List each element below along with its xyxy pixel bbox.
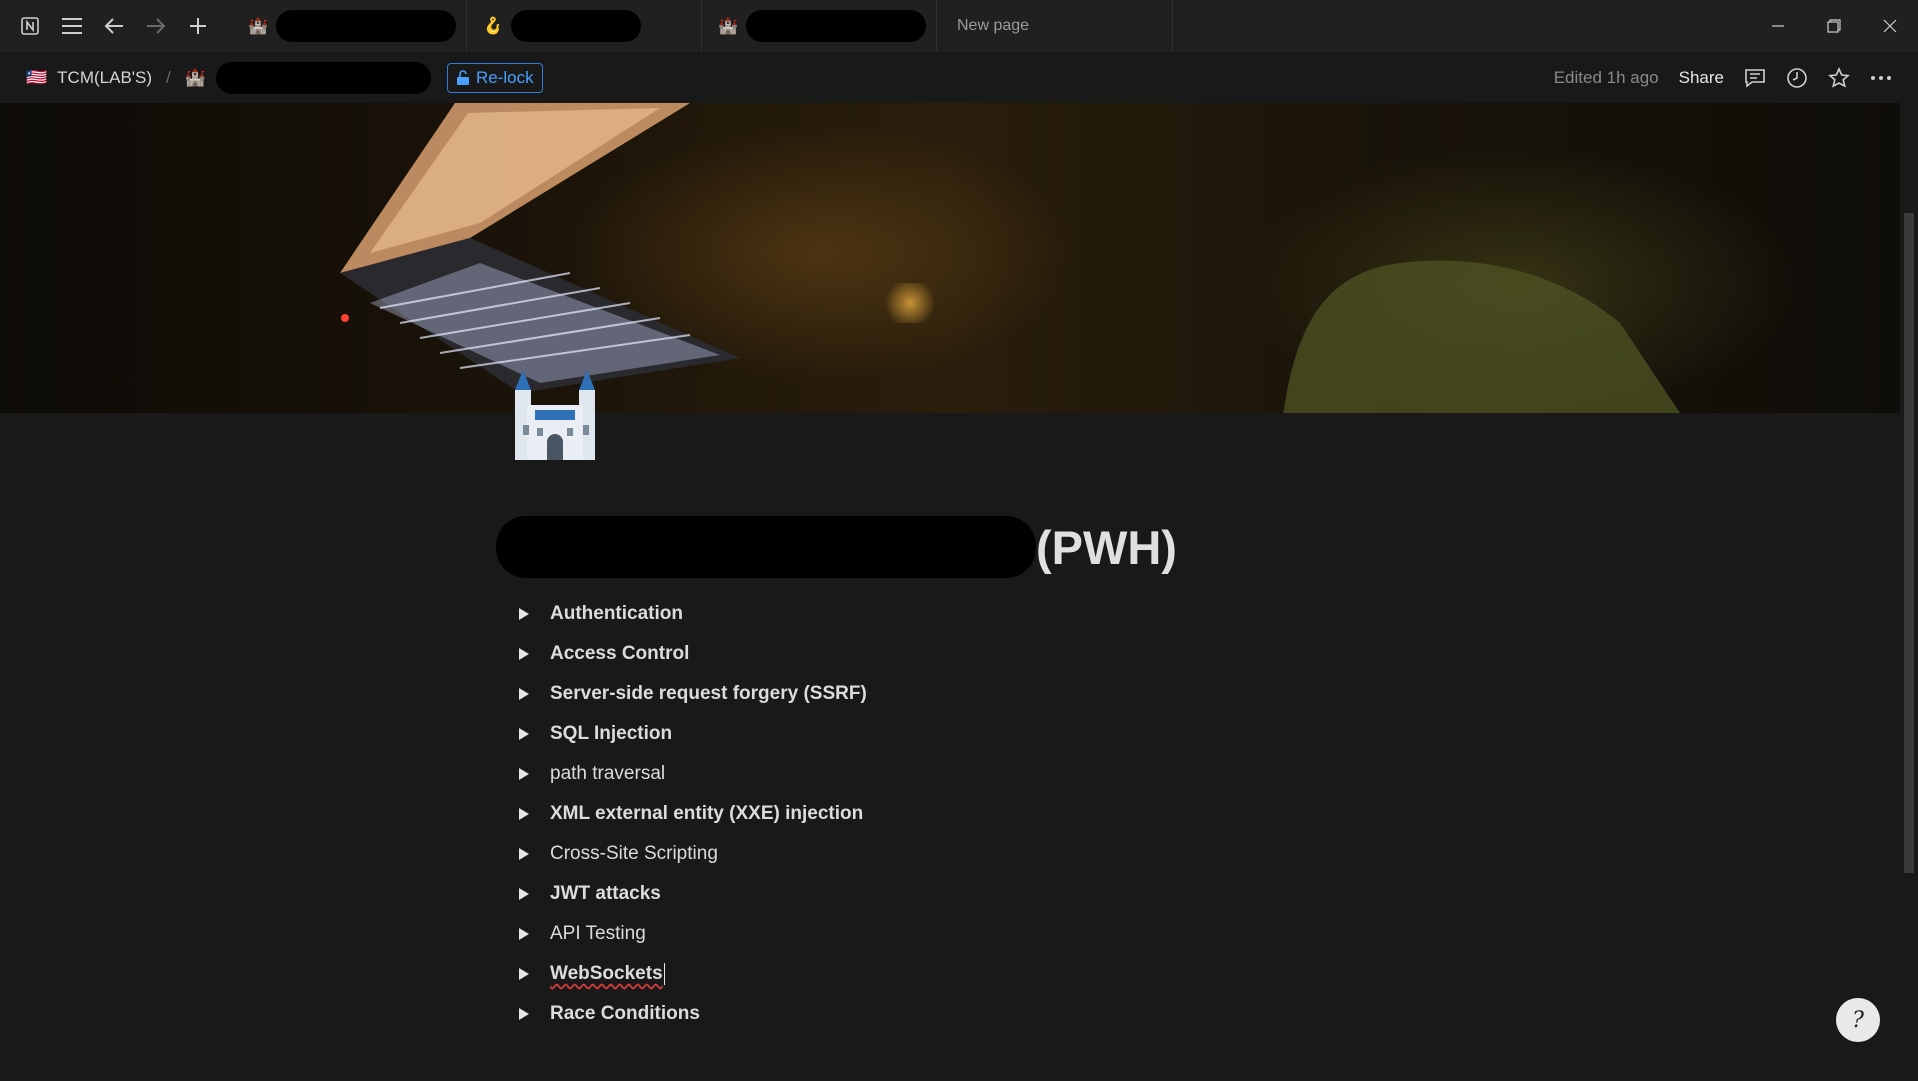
triangle-right-icon[interactable] — [512, 687, 536, 701]
clock-icon[interactable] — [1786, 67, 1808, 89]
breadcrumb-workspace[interactable]: TCM(LAB'S) — [57, 68, 152, 88]
page-title[interactable]: (PWH) — [496, 512, 1177, 582]
tab-emoji: 🪝 — [483, 18, 503, 35]
breadcrumb-bar: 🇱🇷 TCM(LAB'S) / 🏰 Re-lock Edited 1h ago … — [0, 52, 1918, 103]
window-nav-icons — [0, 0, 210, 52]
tab-label: New page — [957, 17, 1030, 34]
triangle-right-icon[interactable] — [512, 967, 536, 981]
edited-timestamp: Edited 1h ago — [1553, 67, 1659, 87]
toggle-label[interactable]: Authentication — [550, 603, 683, 625]
toggle-item[interactable]: Cross-Site Scripting — [512, 834, 1312, 874]
triangle-right-icon[interactable] — [512, 647, 536, 661]
toggle-label[interactable]: path traversal — [550, 763, 665, 785]
triangle-right-icon[interactable] — [512, 887, 536, 901]
close-icon[interactable] — [1862, 0, 1918, 52]
star-icon[interactable] — [1828, 66, 1850, 89]
restore-icon[interactable] — [1806, 0, 1862, 52]
toggle-item[interactable]: Race Conditions — [512, 994, 1312, 1034]
toggle-item[interactable]: XML external entity (XXE) injection — [512, 794, 1312, 834]
redacted-tab-title — [275, 10, 456, 42]
relock-label: Re-lock — [475, 67, 534, 87]
share-button[interactable]: Share — [1679, 68, 1724, 88]
scrollbar-thumb[interactable] — [1904, 213, 1914, 873]
tab-emoji: 🏰 — [718, 18, 738, 35]
redacted-breadcrumb-page[interactable] — [215, 61, 431, 94]
toggle-item[interactable]: SQL Injection — [512, 714, 1312, 754]
toggle-label[interactable]: API Testing — [550, 923, 646, 945]
hamburger-icon[interactable] — [60, 14, 84, 38]
relock-button[interactable]: Re-lock — [446, 62, 543, 93]
triangle-right-icon[interactable] — [512, 727, 536, 741]
triangle-right-icon[interactable] — [512, 1007, 536, 1021]
toggle-item[interactable]: Access Control — [512, 634, 1312, 674]
arrow-right-icon[interactable] — [144, 14, 168, 38]
tab-new-page[interactable]: New page — [937, 0, 1173, 52]
toggle-label[interactable]: XML external entity (XXE) injection — [550, 803, 863, 825]
toggle-item[interactable]: Authentication — [512, 594, 1312, 634]
help-icon: ? — [1852, 1007, 1864, 1033]
redacted-title — [496, 516, 1036, 578]
notion-logo-icon[interactable] — [18, 14, 42, 38]
more-icon[interactable] — [1870, 75, 1892, 81]
toggle-label[interactable]: Access Control — [550, 643, 689, 665]
toggle-label[interactable]: WebSockets — [550, 963, 663, 985]
triangle-right-icon[interactable] — [512, 927, 536, 941]
workspace-flag-icon: 🇱🇷 — [26, 67, 48, 87]
toggle-label[interactable]: Server-side request forgery (SSRF) — [550, 683, 867, 705]
page-title-suffix: (PWH) — [1036, 520, 1177, 574]
toggle-item[interactable]: API Testing — [512, 914, 1312, 954]
redacted-tab-title — [745, 10, 926, 42]
cover-image[interactable] — [0, 103, 1900, 413]
toggle-label[interactable]: JWT attacks — [550, 883, 661, 905]
tab-3[interactable]: 🏰 — [702, 0, 937, 52]
help-button[interactable]: ? — [1836, 998, 1880, 1042]
tab-strip: 🏰 🪝 🏰 New page — [232, 0, 1173, 52]
toggle-item[interactable]: WebSockets — [512, 954, 1312, 994]
triangle-right-icon[interactable] — [512, 847, 536, 861]
scrollbar[interactable] — [1900, 103, 1918, 1081]
breadcrumb-separator: / — [166, 67, 171, 87]
arrow-left-icon[interactable] — [102, 14, 126, 38]
castle-icon[interactable] — [505, 370, 605, 465]
tab-1[interactable]: 🏰 — [232, 0, 467, 52]
toggle-item[interactable]: path traversal — [512, 754, 1312, 794]
triangle-right-icon[interactable] — [512, 767, 536, 781]
toggle-list: Authentication Access Control Server-side … — [512, 594, 1312, 1034]
redacted-tab-title — [510, 10, 641, 42]
window-controls — [1750, 0, 1918, 52]
tab-2[interactable]: 🪝 — [467, 0, 702, 52]
toggle-label[interactable]: Cross-Site Scripting — [550, 843, 718, 865]
breadcrumb: 🇱🇷 TCM(LAB'S) / 🏰 Re-lock — [0, 61, 543, 94]
plus-icon[interactable] — [186, 14, 210, 38]
toggle-item[interactable]: JWT attacks — [512, 874, 1312, 914]
toggle-item[interactable]: Server-side request forgery (SSRF) — [512, 674, 1312, 714]
triangle-right-icon[interactable] — [512, 807, 536, 821]
laptop-illustration — [340, 103, 1680, 413]
castle-icon: 🏰 — [184, 67, 206, 87]
triangle-right-icon[interactable] — [512, 607, 536, 621]
tab-emoji: 🏰 — [248, 18, 268, 35]
comment-icon[interactable] — [1744, 68, 1766, 88]
unlock-icon — [456, 69, 469, 85]
title-bar: 🏰 🪝 🏰 New page — [0, 0, 1918, 53]
page-actions: Edited 1h ago Share — [1554, 52, 1892, 103]
text-cursor — [663, 963, 665, 985]
minimize-icon[interactable] — [1750, 0, 1806, 52]
toggle-label[interactable]: SQL Injection — [550, 723, 672, 745]
toggle-label[interactable]: Race Conditions — [550, 1003, 700, 1025]
